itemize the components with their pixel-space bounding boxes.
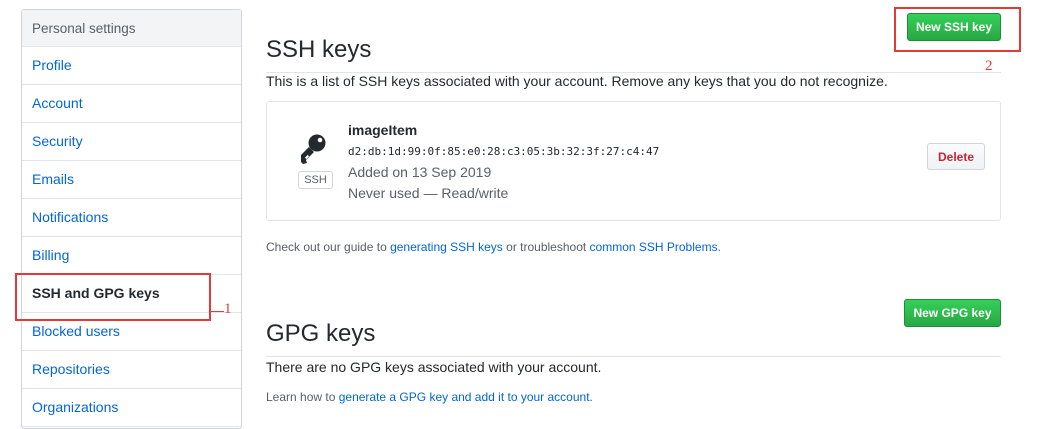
ssh-help-prefix: Check out our guide to [266, 240, 391, 254]
new-ssh-key-button[interactable]: New SSH key [907, 13, 1001, 41]
ssh-key-fingerprint: d2:db:1d:99:0f:85:e0:28:c3:05:3b:32:3f:2… [348, 145, 660, 158]
ssh-keys-heading: SSH keys [266, 30, 1001, 73]
key-icon [301, 134, 326, 164]
sidebar-header: Personal settings [22, 10, 241, 47]
ssh-key-added-date: Added on 13 Sep 2019 [348, 164, 492, 180]
annotation-leader-line [211, 311, 224, 312]
ssh-key-list-item [266, 101, 1001, 221]
settings-sidebar: Personal settings Profile Account Securi… [21, 9, 242, 429]
ssh-help-middle: or troubleshoot [502, 240, 590, 254]
ssh-keys-intro: This is a list of SSH keys associated wi… [266, 73, 888, 89]
sidebar-item-billing[interactable]: Billing [22, 237, 241, 275]
sidebar-item-repositories[interactable]: Repositories [22, 351, 241, 389]
sidebar-item-notifications[interactable]: Notifications [22, 199, 241, 237]
annotation-number-1: 1 [224, 301, 232, 317]
common-ssh-problems-link[interactable]: common SSH Problems [590, 240, 718, 254]
annotation-box-sidebar [15, 273, 211, 321]
generating-ssh-keys-link[interactable]: generating SSH keys [390, 240, 503, 254]
sidebar-item-organizations[interactable]: Organizations [22, 389, 241, 427]
sidebar-item-emails[interactable]: Emails [22, 161, 241, 199]
ssh-help-text: Check out our guide to generating SSH ke… [266, 240, 721, 254]
gpg-help-suffix: . [589, 390, 593, 404]
gpg-empty-message: There are no GPG keys associated with yo… [266, 359, 602, 375]
sidebar-item-profile[interactable]: Profile [22, 47, 241, 85]
sidebar-item-account[interactable]: Account [22, 85, 241, 123]
ssh-help-suffix: . [717, 240, 721, 254]
delete-ssh-key-button[interactable]: Delete [927, 143, 985, 170]
generate-gpg-key-link[interactable]: generate a GPG key and add it to your ac… [339, 390, 590, 404]
gpg-help-text: Learn how to generate a GPG key and add … [266, 390, 593, 404]
gpg-help-prefix: Learn how to [266, 390, 339, 404]
new-gpg-key-button[interactable]: New GPG key [904, 299, 1001, 327]
ssh-type-badge: SSH [298, 171, 333, 189]
ssh-key-usage: Never used — Read/write [348, 185, 509, 201]
gpg-keys-heading: GPG keys [266, 314, 1001, 357]
sidebar-item-security[interactable]: Security [22, 123, 241, 161]
ssh-key-title: imageItem [348, 122, 418, 138]
